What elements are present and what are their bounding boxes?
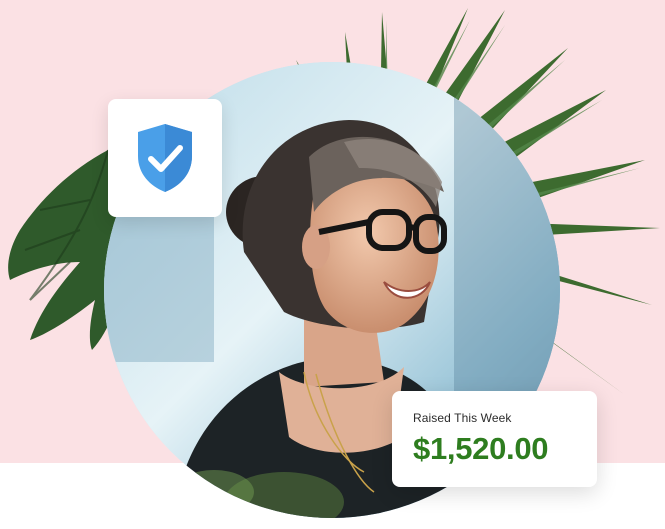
raised-this-week-card: Raised This Week $1,520.00	[392, 391, 597, 487]
raised-amount: $1,520.00	[413, 431, 549, 466]
raised-label: Raised This Week	[413, 411, 512, 425]
shield-check-icon	[138, 124, 192, 192]
security-badge-card	[108, 99, 222, 217]
